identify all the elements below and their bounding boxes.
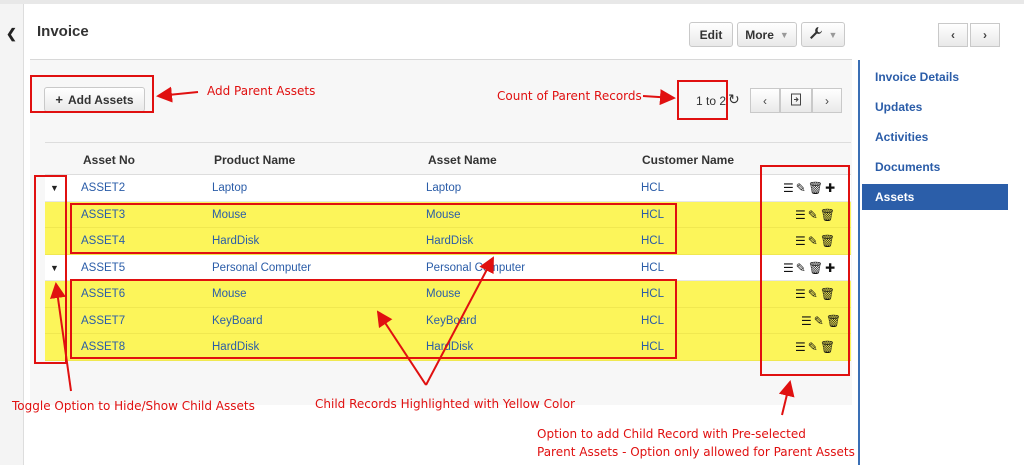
refresh-icon[interactable]: ↻ — [728, 91, 740, 108]
cell-customer-name: HCL — [641, 261, 665, 274]
annotation-child-option-line1: Option to add Child Record with Pre-sele… — [537, 427, 806, 441]
annotation-box-child-group-2 — [70, 279, 677, 359]
sidebar-item-assets[interactable]: Assets — [862, 184, 1008, 210]
prev-record-button[interactable]: ‹ — [938, 23, 968, 47]
sidebar-item-label: Activities — [875, 130, 929, 144]
chevron-left-icon: ‹ — [951, 28, 955, 42]
annotation-child-option-line2: Parent Assets - Option only allowed for … — [537, 445, 855, 459]
sidebar-item-activities[interactable]: Activities — [862, 124, 1008, 150]
page-jump-icon — [790, 93, 802, 109]
parent-row[interactable]: ▼ ASSET5 Personal Computer Personal Compute… — [45, 254, 851, 281]
cell-asset-no[interactable]: ASSET2 — [81, 182, 125, 194]
column-header-customer-name[interactable]: Customer Name — [642, 153, 734, 167]
annotation-child-highlight: Child Records Highlighted with Yellow Co… — [315, 397, 575, 411]
sidebar-item-updates[interactable]: Updates — [862, 94, 1008, 120]
sidebar-item-documents[interactable]: Documents — [862, 154, 1008, 180]
annotation-add-parent: Add Parent Assets — [207, 84, 316, 98]
pager-prev-button[interactable]: ‹ — [750, 88, 780, 113]
chevron-down-icon: ▼ — [828, 29, 838, 40]
chevron-right-icon: › — [825, 93, 829, 108]
cell-customer-name: HCL — [641, 182, 665, 194]
tools-button[interactable]: ▼ — [801, 22, 845, 47]
chevron-down-icon: ▼ — [779, 29, 789, 40]
annotation-toggle-option: Toggle Option to Hide/Show Child Assets — [12, 399, 255, 413]
annotation-count-parent: Count of Parent Records — [497, 89, 642, 103]
cell-asset-no[interactable]: ASSET5 — [81, 262, 125, 274]
sidebar-item-label: Updates — [875, 100, 923, 114]
top-bar — [0, 0, 1024, 4]
chevron-right-icon: › — [983, 28, 987, 42]
pager-jump-button[interactable] — [780, 88, 812, 113]
parent-row[interactable]: ▼ ASSET2 Laptop Laptop HCL ☰ ✎ 🗑 ✚ — [45, 175, 851, 202]
wrench-icon — [809, 26, 823, 43]
more-button[interactable]: More ▼ — [737, 22, 797, 47]
cell-asset-name: Laptop — [426, 182, 462, 194]
collapse-left-icon[interactable]: ❮ — [6, 26, 17, 42]
cell-asset-name: Personal Computer — [426, 261, 526, 274]
chevron-left-icon: ‹ — [763, 93, 767, 108]
column-header-asset-no[interactable]: Asset No — [83, 153, 135, 167]
sidebar-item-invoice-details[interactable]: Invoice Details — [862, 64, 1008, 90]
annotation-box-add-assets — [30, 75, 154, 113]
sidebar-item-label: Assets — [875, 190, 915, 204]
annotation-box-actions — [760, 165, 850, 376]
annotation-box-child-group-1 — [70, 203, 677, 254]
edit-button-label: Edit — [699, 27, 723, 42]
page-title: Invoice — [37, 23, 89, 40]
sidebar-item-label: Documents — [875, 160, 941, 174]
pager-next-button[interactable]: › — [812, 88, 842, 113]
cell-product-name: Personal Computer — [212, 261, 312, 274]
related-panel: Invoice Details Updates Activities Docum… — [858, 60, 1024, 465]
edit-button[interactable]: Edit — [689, 22, 733, 47]
annotation-box-toggle — [34, 175, 67, 364]
next-record-button[interactable]: › — [970, 23, 1000, 47]
more-button-label: More — [745, 27, 774, 42]
column-header-product-name[interactable]: Product Name — [214, 153, 295, 167]
annotation-box-pager — [677, 80, 728, 120]
cell-product-name: Laptop — [212, 182, 248, 194]
grid-header: Asset No Product Name Asset Name Custome… — [45, 142, 851, 175]
sidebar-item-label: Invoice Details — [875, 70, 960, 84]
left-collapse-strip: ❮ — [0, 4, 24, 465]
column-header-asset-name[interactable]: Asset Name — [428, 153, 497, 167]
